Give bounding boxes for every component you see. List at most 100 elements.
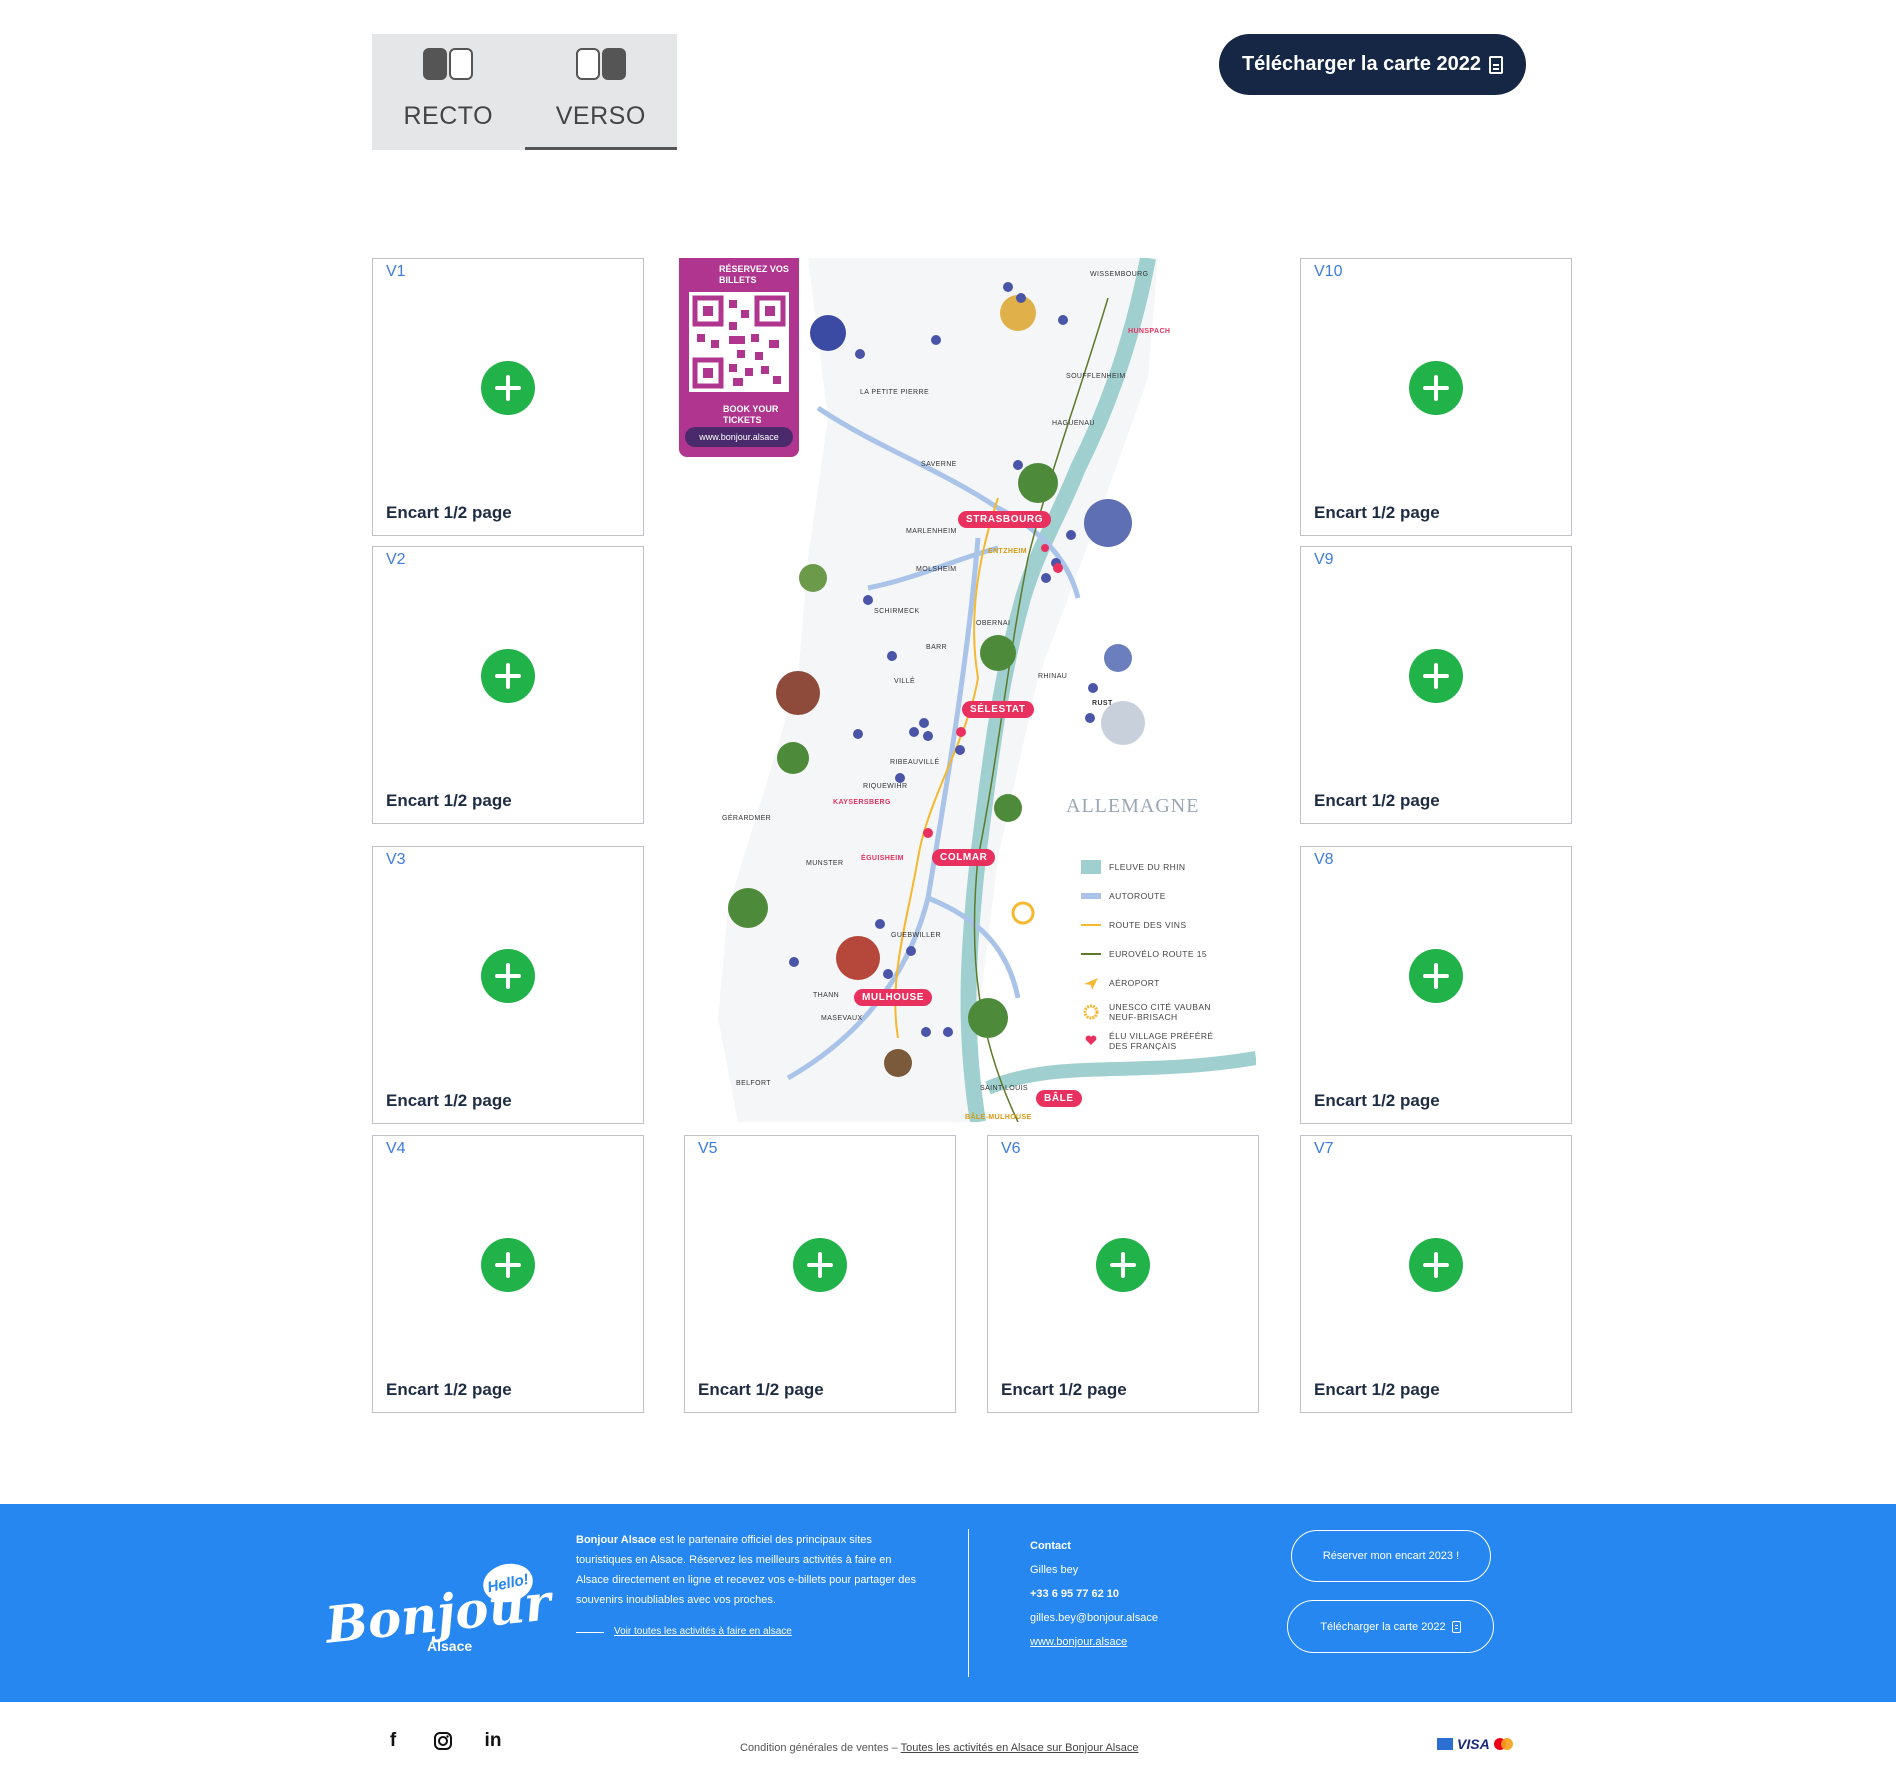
place-label: RUST xyxy=(1092,700,1113,707)
slot-caption: Encart 1/2 page xyxy=(1314,791,1440,810)
recto-pages-icon xyxy=(423,48,474,80)
terms-text[interactable]: Condition générales de ventes – xyxy=(740,1742,901,1754)
plus-circle-icon[interactable] xyxy=(481,361,535,415)
instagram-icon[interactable] xyxy=(432,1730,454,1752)
insert-slot-v4[interactable]: V4 Encart 1/2 page xyxy=(372,1135,644,1413)
social-links: f in xyxy=(382,1730,504,1752)
contact-phone[interactable]: +33 6 95 77 62 10 xyxy=(1030,1582,1158,1606)
bonjour-alsace-logo[interactable]: Bonjour Alsace Hello! xyxy=(323,1559,554,1662)
insert-slot-v3[interactable]: V3 Encart 1/2 page xyxy=(372,846,644,1124)
plus-circle-icon[interactable] xyxy=(793,1238,847,1292)
plus-circle-icon[interactable] xyxy=(1409,361,1463,415)
place-label: ENTZHEIM xyxy=(988,548,1027,555)
slot-caption: Encart 1/2 page xyxy=(698,1380,824,1399)
payment-cards: VISA xyxy=(1437,1736,1514,1752)
insert-slot-v1[interactable]: V1 Encart 1/2 page xyxy=(372,258,644,536)
slot-caption: Encart 1/2 page xyxy=(1314,503,1440,522)
slot-code: V5 xyxy=(698,1140,718,1157)
insert-slot-v7[interactable]: V7 Encart 1/2 page xyxy=(1300,1135,1572,1413)
page: RECTO VERSO Télécharger la carte 2022 V1… xyxy=(0,0,1896,1789)
contact-email[interactable]: gilles.bey@bonjour.alsace xyxy=(1030,1606,1158,1630)
verso-pages-icon xyxy=(575,48,626,80)
plus-circle-icon[interactable] xyxy=(1409,1238,1463,1292)
airport-icon xyxy=(1081,974,1101,992)
footer: Bonjour Alsace Hello! Bonjour Alsace est… xyxy=(0,1504,1896,1702)
qr-booking-card[interactable]: RÉSERVEZ VOS BILLETS BOOK YOUR TICKETS w… xyxy=(679,258,799,457)
download-map-button[interactable]: Télécharger la carte 2022 xyxy=(1219,34,1526,95)
facebook-icon[interactable]: f xyxy=(382,1730,404,1752)
legend-item: ROUTE DES VINS xyxy=(1081,910,1229,939)
mastercard-icon xyxy=(1493,1738,1514,1750)
slot-code: V4 xyxy=(386,1140,406,1157)
slot-code: V3 xyxy=(386,851,406,868)
contact-website[interactable]: www.bonjour.alsace xyxy=(1030,1630,1158,1654)
city-tag-strasbourg: STRASBOURG xyxy=(958,511,1052,528)
footer-download-button[interactable]: Télécharger la carte 2022 xyxy=(1287,1600,1494,1653)
linkedin-icon[interactable]: in xyxy=(482,1730,504,1752)
tab-verso-label: VERSO xyxy=(555,102,646,130)
plus-circle-icon[interactable] xyxy=(481,649,535,703)
place-label: MOLSHEIM xyxy=(916,566,957,573)
slot-caption: Encart 1/2 page xyxy=(386,1380,512,1399)
plus-circle-icon[interactable] xyxy=(481,1238,535,1292)
place-label: SOUFFLENHEIM xyxy=(1066,373,1126,380)
legend-item: EUROVÉLO ROUTE 15 xyxy=(1081,939,1229,968)
insert-slot-v2[interactable]: V2 Encart 1/2 page xyxy=(372,546,644,824)
place-label: LA PETITE PIERRE xyxy=(860,389,930,396)
eurovelo-swatch-icon xyxy=(1081,952,1101,956)
legend-item: UNESCO CITÉ VAUBAN NEUF-BRISACH xyxy=(1081,997,1229,1026)
place-label: HAGUENAU xyxy=(1052,420,1095,427)
slot-caption: Encart 1/2 page xyxy=(1314,1091,1440,1110)
city-tag-bale: BÂLE xyxy=(1036,1090,1082,1107)
plus-circle-icon[interactable] xyxy=(1096,1238,1150,1292)
tab-verso[interactable]: VERSO xyxy=(524,34,678,150)
insert-slot-v9[interactable]: V9 Encart 1/2 page xyxy=(1300,546,1572,824)
plus-circle-icon[interactable] xyxy=(1409,649,1463,703)
place-label: MARLENHEIM xyxy=(906,528,957,535)
place-label: BELFORT xyxy=(736,1080,771,1087)
map-legend: FLEUVE DU RHIN AUTOROUTE ROUTE DES VINS … xyxy=(1081,852,1229,1055)
place-label: GÉRARDMER xyxy=(722,815,772,822)
recto-verso-toggle: RECTO VERSO xyxy=(372,34,677,150)
insert-slot-v6[interactable]: V6 Encart 1/2 page xyxy=(987,1135,1259,1413)
city-tag-selestat: SÉLESTAT xyxy=(962,701,1034,718)
country-label: ALLEMAGNE xyxy=(1066,795,1200,817)
qr-code-icon xyxy=(689,292,789,392)
all-activities-footer-link[interactable]: Toutes les activités en Alsace sur Bonjo… xyxy=(901,1742,1139,1754)
place-label: GUEBWILLER xyxy=(891,932,941,939)
plus-circle-icon[interactable] xyxy=(481,949,535,1003)
tab-recto[interactable]: RECTO xyxy=(372,34,525,150)
qr-bottom-text: BOOK YOUR TICKETS xyxy=(723,404,779,425)
slot-code: V9 xyxy=(1314,551,1334,568)
all-activities-link[interactable]: Voir toutes les activités à faire en als… xyxy=(576,1622,926,1642)
slot-caption: Encart 1/2 page xyxy=(1314,1380,1440,1399)
contact-name: Gilles bey xyxy=(1030,1564,1079,1576)
insert-slot-v10[interactable]: V10 Encart 1/2 page xyxy=(1300,258,1572,536)
place-label: VILLÉ xyxy=(894,678,916,685)
place-label: RIQUEWIHR xyxy=(863,783,908,790)
place-label: SCHIRMECK xyxy=(874,608,920,615)
qr-top-text: RÉSERVEZ VOS BILLETS xyxy=(719,264,789,285)
wine-route-swatch-icon xyxy=(1081,923,1101,927)
slot-caption: Encart 1/2 page xyxy=(386,791,512,810)
contact-title: Contact xyxy=(1030,1540,1071,1552)
pdf-icon xyxy=(1489,55,1504,74)
place-label: WISSEMBOURG xyxy=(1090,271,1149,278)
slot-code: V8 xyxy=(1314,851,1334,868)
slot-caption: Encart 1/2 page xyxy=(1001,1380,1127,1399)
place-label: SAINT-LOUIS xyxy=(980,1085,1028,1092)
place-label: MASEVAUX xyxy=(821,1015,863,1022)
place-label: BARR xyxy=(926,644,948,651)
slot-code: V7 xyxy=(1314,1140,1334,1157)
qr-url: www.bonjour.alsace xyxy=(685,427,793,447)
place-label: SAVERNE xyxy=(921,461,957,468)
city-tag-mulhouse: MULHOUSE xyxy=(854,989,933,1006)
place-label: THANN xyxy=(813,992,840,999)
reserve-insert-button[interactable]: Réserver mon encart 2023 ! xyxy=(1291,1530,1491,1582)
slot-code: V2 xyxy=(386,551,406,568)
insert-slot-v8[interactable]: V8 Encart 1/2 page xyxy=(1300,846,1572,1124)
legend-item: AÉROPORT xyxy=(1081,968,1229,997)
insert-slot-v5[interactable]: V5 Encart 1/2 page xyxy=(684,1135,956,1413)
plus-circle-icon[interactable] xyxy=(1409,949,1463,1003)
place-label: MUNSTER xyxy=(806,860,844,867)
